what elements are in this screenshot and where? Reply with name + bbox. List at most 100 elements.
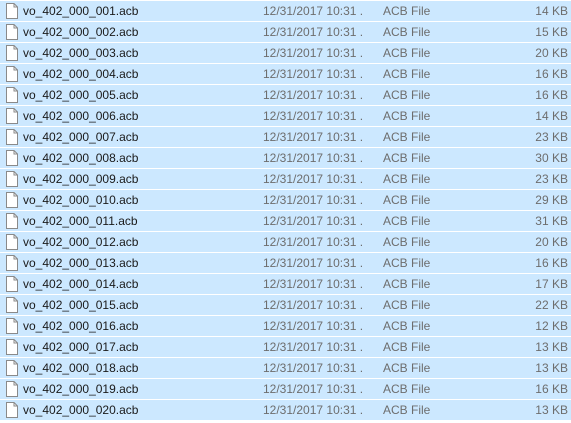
document-icon bbox=[5, 234, 19, 250]
file-row[interactable]: vo_402_000_015.acb 12/31/2017 10:31 ... AC… bbox=[0, 295, 571, 315]
file-date-modified: 12/31/2017 10:31 ... bbox=[263, 130, 362, 144]
file-row[interactable]: vo_402_000_019.acb 12/31/2017 10:31 ... AC… bbox=[0, 379, 571, 399]
file-name: vo_402_000_005.acb bbox=[23, 88, 139, 102]
document-icon bbox=[5, 129, 19, 145]
file-size: 13 KB bbox=[535, 340, 568, 354]
file-date-modified: 12/31/2017 10:31 ... bbox=[263, 235, 362, 249]
file-size: 15 KB bbox=[535, 25, 568, 39]
document-icon bbox=[5, 213, 19, 229]
file-name: vo_402_000_015.acb bbox=[23, 298, 139, 312]
document-icon bbox=[5, 66, 19, 82]
document-icon bbox=[5, 192, 19, 208]
file-name: vo_402_000_002.acb bbox=[23, 25, 139, 39]
document-icon bbox=[5, 297, 19, 313]
file-date-modified: 12/31/2017 10:31 ... bbox=[263, 382, 362, 396]
file-size: 29 KB bbox=[535, 193, 568, 207]
file-name: vo_402_000_009.acb bbox=[23, 172, 139, 186]
file-size: 12 KB bbox=[535, 319, 568, 333]
file-size: 14 KB bbox=[535, 4, 568, 18]
file-row[interactable]: vo_402_000_009.acb 12/31/2017 10:31 ... AC… bbox=[0, 169, 571, 189]
file-size: 14 KB bbox=[535, 109, 568, 123]
file-row[interactable]: vo_402_000_007.acb 12/31/2017 10:31 ... AC… bbox=[0, 127, 571, 147]
document-icon bbox=[5, 3, 19, 19]
file-size: 23 KB bbox=[535, 172, 568, 186]
document-icon bbox=[5, 276, 19, 292]
file-name: vo_402_000_018.acb bbox=[23, 361, 139, 375]
file-name: vo_402_000_013.acb bbox=[23, 256, 139, 270]
file-name: vo_402_000_008.acb bbox=[23, 151, 139, 165]
document-icon bbox=[5, 381, 19, 397]
document-icon bbox=[5, 255, 19, 271]
file-name: vo_402_000_011.acb bbox=[23, 214, 138, 228]
file-date-modified: 12/31/2017 10:31 ... bbox=[263, 67, 362, 81]
file-row[interactable]: vo_402_000_018.acb 12/31/2017 10:31 ... AC… bbox=[0, 358, 571, 378]
file-date-modified: 12/31/2017 10:31 ... bbox=[263, 151, 362, 165]
file-row[interactable]: vo_402_000_011.acb 12/31/2017 10:31 ... AC… bbox=[0, 211, 571, 231]
file-size: 13 KB bbox=[535, 361, 568, 375]
file-row[interactable]: vo_402_000_006.acb 12/31/2017 10:31 ... AC… bbox=[0, 106, 571, 126]
file-size: 30 KB bbox=[535, 151, 568, 165]
file-row[interactable]: vo_402_000_002.acb 12/31/2017 10:31 ... AC… bbox=[0, 22, 571, 42]
document-icon bbox=[5, 45, 19, 61]
file-name: vo_402_000_007.acb bbox=[23, 130, 139, 144]
file-name: vo_402_000_010.acb bbox=[23, 193, 139, 207]
document-icon bbox=[5, 171, 19, 187]
file-date-modified: 12/31/2017 10:31 ... bbox=[263, 319, 362, 333]
file-size: 16 KB bbox=[535, 88, 568, 102]
file-row[interactable]: vo_402_000_014.acb 12/31/2017 10:31 ... AC… bbox=[0, 274, 571, 294]
file-name: vo_402_000_019.acb bbox=[23, 382, 139, 396]
file-row[interactable]: vo_402_000_010.acb 12/31/2017 10:31 ... AC… bbox=[0, 190, 571, 210]
file-name: vo_402_000_020.acb bbox=[23, 403, 139, 417]
file-row[interactable]: vo_402_000_020.acb 12/31/2017 10:31 ... AC… bbox=[0, 400, 571, 420]
file-name: vo_402_000_017.acb bbox=[23, 340, 139, 354]
file-row[interactable]: vo_402_000_003.acb 12/31/2017 10:31 ... AC… bbox=[0, 43, 571, 63]
file-row[interactable]: vo_402_000_017.acb 12/31/2017 10:31 ... AC… bbox=[0, 337, 571, 357]
file-size: 22 KB bbox=[535, 298, 568, 312]
file-row[interactable]: vo_402_000_013.acb 12/31/2017 10:31 ... AC… bbox=[0, 253, 571, 273]
file-size: 20 KB bbox=[535, 235, 568, 249]
file-date-modified: 12/31/2017 10:31 ... bbox=[263, 214, 362, 228]
file-name: vo_402_000_012.acb bbox=[23, 235, 139, 249]
document-icon bbox=[5, 339, 19, 355]
file-size: 17 KB bbox=[535, 277, 568, 291]
document-icon bbox=[5, 87, 19, 103]
file-size: 20 KB bbox=[535, 46, 568, 60]
file-size: 23 KB bbox=[535, 130, 568, 144]
file-size: 31 KB bbox=[535, 214, 568, 228]
file-name: vo_402_000_003.acb bbox=[23, 46, 139, 60]
file-row[interactable]: vo_402_000_016.acb 12/31/2017 10:31 ... AC… bbox=[0, 316, 571, 336]
document-icon bbox=[5, 108, 19, 124]
file-row[interactable]: vo_402_000_012.acb 12/31/2017 10:31 ... AC… bbox=[0, 232, 571, 252]
file-date-modified: 12/31/2017 10:31 ... bbox=[263, 340, 362, 354]
document-icon bbox=[5, 318, 19, 334]
file-name: vo_402_000_006.acb bbox=[23, 109, 139, 123]
file-row[interactable]: vo_402_000_001.acb 12/31/2017 10:31 ... AC… bbox=[0, 1, 571, 21]
file-name: vo_402_000_016.acb bbox=[23, 319, 139, 333]
file-row[interactable]: vo_402_000_004.acb 12/31/2017 10:31 ... AC… bbox=[0, 64, 571, 84]
file-row[interactable]: vo_402_000_008.acb 12/31/2017 10:31 ... AC… bbox=[0, 148, 571, 168]
file-name: vo_402_000_001.acb bbox=[23, 4, 139, 18]
file-date-modified: 12/31/2017 10:31 ... bbox=[263, 88, 362, 102]
document-icon bbox=[5, 24, 19, 40]
document-icon bbox=[5, 402, 19, 418]
file-date-modified: 12/31/2017 10:31 ... bbox=[263, 109, 362, 123]
file-date-modified: 12/31/2017 10:31 ... bbox=[263, 4, 362, 18]
file-name: vo_402_000_014.acb bbox=[23, 277, 139, 291]
file-size: 16 KB bbox=[535, 256, 568, 270]
file-size: 16 KB bbox=[535, 382, 568, 396]
document-icon bbox=[5, 150, 19, 166]
file-size: 16 KB bbox=[535, 67, 568, 81]
file-date-modified: 12/31/2017 10:31 ... bbox=[263, 256, 362, 270]
file-size: 13 KB bbox=[535, 403, 568, 417]
file-date-modified: 12/31/2017 10:31 ... bbox=[263, 298, 362, 312]
file-date-modified: 12/31/2017 10:31 ... bbox=[263, 25, 362, 39]
file-date-modified: 12/31/2017 10:31 ... bbox=[263, 193, 362, 207]
file-date-modified: 12/31/2017 10:31 ... bbox=[263, 361, 362, 375]
file-date-modified: 12/31/2017 10:31 ... bbox=[263, 277, 362, 291]
file-list: vo_402_000_001.acb 12/31/2017 10:31 ... AC… bbox=[0, 0, 571, 423]
file-date-modified: 12/31/2017 10:31 ... bbox=[263, 46, 362, 60]
file-name: vo_402_000_004.acb bbox=[23, 67, 139, 81]
file-row[interactable]: vo_402_000_005.acb 12/31/2017 10:31 ... AC… bbox=[0, 85, 571, 105]
document-icon bbox=[5, 360, 19, 376]
file-date-modified: 12/31/2017 10:31 ... bbox=[263, 403, 362, 417]
